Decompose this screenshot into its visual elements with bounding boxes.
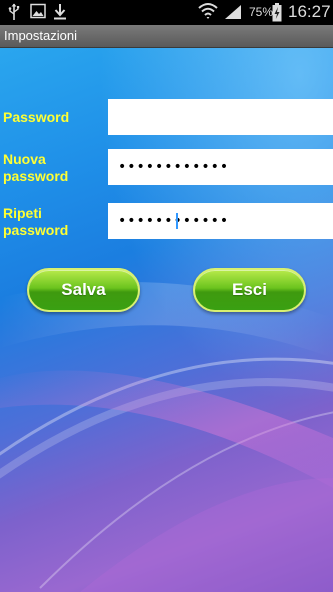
repeat-password-label: Ripeti password [3, 205, 68, 239]
clock: 16:27 [288, 2, 331, 21]
password-label: Password [3, 109, 70, 125]
exit-button[interactable]: Esci [193, 268, 306, 312]
password-field[interactable] [108, 99, 333, 135]
usb-icon [8, 3, 20, 20]
new-password-label-line2: password [3, 168, 69, 184]
battery-percent: 75% [249, 5, 274, 19]
signal-icon [225, 5, 241, 19]
save-button[interactable]: Salva [27, 268, 140, 312]
background-wallpaper: Password Nuova password Ripeti password … [0, 48, 333, 592]
status-bar: 75% 16:27 [0, 0, 333, 25]
text-caret [176, 213, 178, 229]
page-title: Impostazioni [4, 28, 77, 43]
new-password-label-line1: Nuova [3, 151, 46, 167]
repeat-password-label-line2: password [3, 222, 69, 238]
title-bar: Impostazioni [0, 25, 333, 48]
new-password-label: Nuova password [3, 151, 68, 185]
wifi-icon [198, 3, 218, 19]
image-icon [30, 3, 46, 19]
repeat-password-label-line1: Ripeti [3, 205, 42, 221]
new-password-field[interactable] [108, 149, 333, 185]
repeat-password-field[interactable] [108, 203, 333, 239]
battery-charging-icon [272, 3, 282, 22]
download-icon [54, 4, 66, 20]
